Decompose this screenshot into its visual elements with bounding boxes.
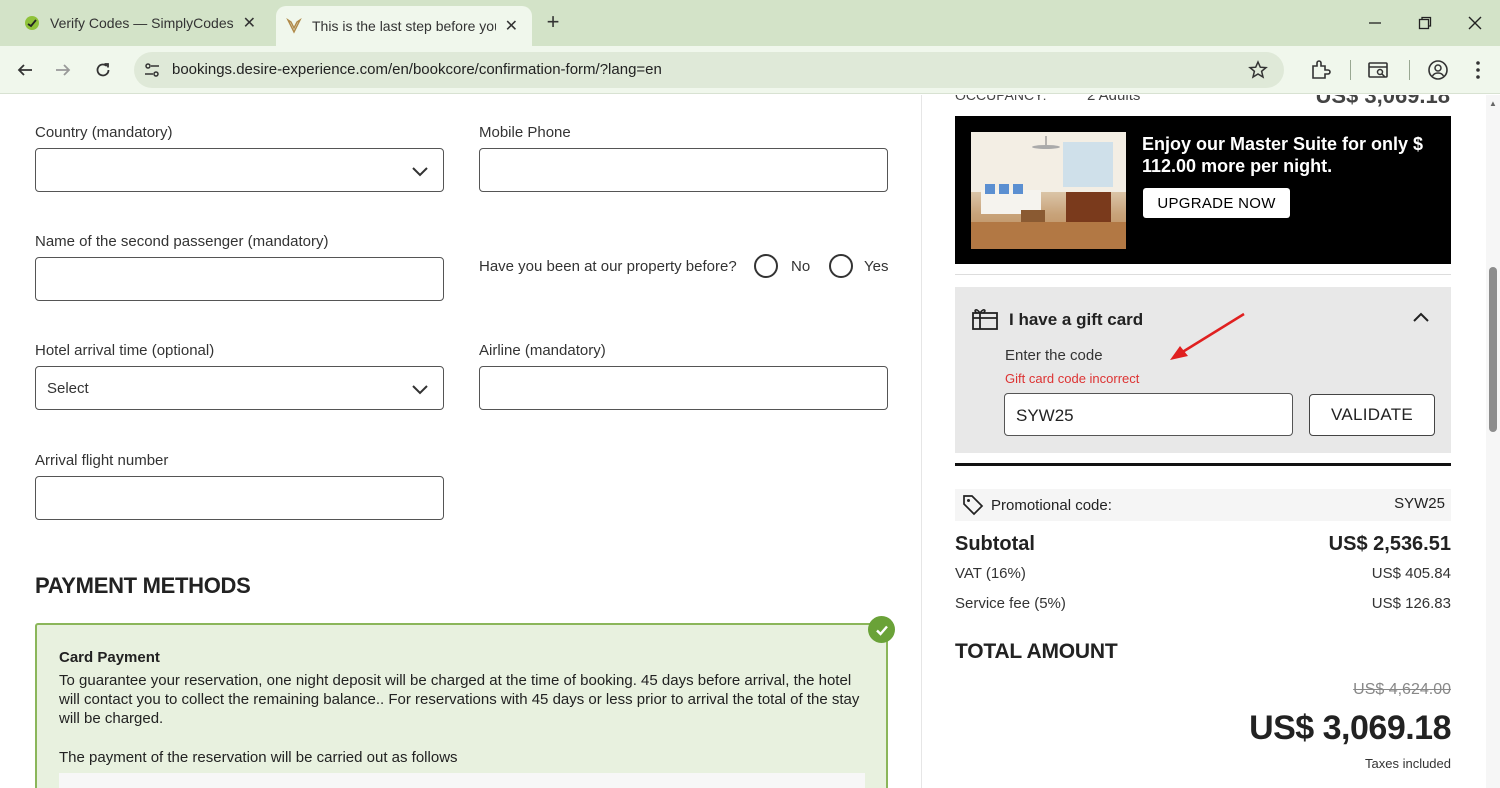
- browser-toolbar: bookings.desire-experience.com/en/bookco…: [0, 46, 1500, 94]
- vat-label: VAT (16%): [955, 565, 1026, 582]
- original-price: US$ 4,624.00: [1353, 681, 1451, 698]
- card-payment-option[interactable]: Card Payment To guarantee your reservati…: [35, 623, 888, 788]
- promo-code-label: Promotional code:: [991, 497, 1112, 514]
- mobile-phone-input[interactable]: [479, 148, 888, 192]
- validate-button[interactable]: VALIDATE: [1309, 394, 1435, 436]
- service-fee-value: US$ 126.83: [1371, 595, 1451, 612]
- occupancy-value: 2 Adults: [1087, 95, 1141, 104]
- card-payment-title: Card Payment: [59, 649, 160, 666]
- promotional-code-row: Promotional code: SYW25: [955, 489, 1451, 521]
- toolbar-separator: [1409, 60, 1410, 80]
- page-scrollbar[interactable]: ▲: [1486, 95, 1500, 788]
- extensions-puzzle-icon[interactable]: [1308, 58, 1332, 82]
- airline-input[interactable]: [479, 366, 888, 410]
- flight-number-input[interactable]: [35, 476, 444, 520]
- back-arrow-icon[interactable]: [11, 56, 39, 84]
- tag-icon: [963, 495, 984, 516]
- country-label: Country (mandatory): [35, 124, 173, 141]
- taxes-included-note: Taxes included: [1365, 756, 1451, 771]
- arrival-time-value: Select: [47, 380, 89, 397]
- radio-no-label: No: [791, 258, 811, 275]
- close-tab-icon[interactable]: ✕: [505, 16, 518, 36]
- minimize-icon[interactable]: [1350, 0, 1400, 46]
- enter-code-label: Enter the code: [1005, 347, 1103, 364]
- upgrade-banner: Enjoy our Master Suite for only $ 112.00…: [955, 116, 1451, 264]
- total-amount-label: TOTAL AMOUNT: [955, 640, 1118, 663]
- promo-code-value: SYW25: [1394, 495, 1445, 512]
- forward-arrow-icon[interactable]: [49, 56, 77, 84]
- gift-card-title[interactable]: I have a gift card: [1009, 310, 1143, 330]
- payment-schedule-intro: The payment of the reservation will be c…: [59, 749, 458, 766]
- bookmark-star-icon[interactable]: [1248, 60, 1268, 85]
- gift-code-input[interactable]: SYW25: [1004, 393, 1293, 436]
- radio-yes[interactable]: [829, 254, 853, 278]
- tab-simplycodes[interactable]: Verify Codes — SimplyCodes ✕: [8, 0, 270, 46]
- radio-yes-label: Yes: [864, 258, 889, 275]
- tab-title: This is the last step before your: [312, 18, 496, 34]
- page-viewport: Country (mandatory) Mobile Phone Name of…: [0, 95, 1500, 788]
- chevron-down-icon: [412, 385, 428, 395]
- url-text: bookings.desire-experience.com/en/bookco…: [172, 61, 662, 78]
- vat-value: US$ 405.84: [1371, 565, 1451, 582]
- second-passenger-label: Name of the second passenger (mandatory): [35, 233, 329, 250]
- flight-number-label: Arrival flight number: [35, 452, 169, 469]
- restore-icon[interactable]: [1400, 0, 1450, 46]
- master-suite-photo: [971, 132, 1126, 249]
- service-fee-label: Service fee (5%): [955, 595, 1066, 612]
- subtotal-label: Subtotal: [955, 533, 1035, 555]
- payment-methods-title: PAYMENT METHODS: [35, 573, 251, 598]
- simplycodes-favicon-icon: [24, 15, 40, 31]
- upgrade-now-button[interactable]: UPGRADE NOW: [1143, 188, 1290, 218]
- red-annotation-arrow-icon: [1170, 312, 1245, 360]
- mobile-phone-label: Mobile Phone: [479, 124, 571, 141]
- been-before-label: Have you been at our property before?: [479, 258, 737, 275]
- second-passenger-input[interactable]: [35, 257, 444, 301]
- chevron-up-icon[interactable]: [1411, 309, 1431, 325]
- scrollbar-thumb[interactable]: [1489, 267, 1497, 432]
- upgrade-headline: Enjoy our Master Suite for only $ 112.00…: [1142, 134, 1424, 176]
- occupancy-price: US$ 3,069.18: [1315, 95, 1450, 108]
- toolbar-separator: [1350, 60, 1351, 80]
- address-bar[interactable]: bookings.desire-experience.com/en/bookco…: [134, 52, 1284, 88]
- chevron-down-icon: [412, 167, 428, 177]
- reload-icon[interactable]: [89, 56, 117, 84]
- divider: [955, 274, 1451, 275]
- browser-menu-icon[interactable]: [1466, 58, 1490, 82]
- country-select[interactable]: [35, 148, 444, 192]
- payment-schedule-row: [59, 773, 865, 788]
- gift-code-value: SYW25: [1016, 406, 1074, 425]
- desire-favicon-icon: [286, 18, 302, 34]
- airline-label: Airline (mandatory): [479, 342, 606, 359]
- site-info-icon[interactable]: [142, 60, 162, 80]
- tab-booking-active[interactable]: This is the last step before your ✕: [276, 6, 532, 46]
- radio-no[interactable]: [754, 254, 778, 278]
- profile-avatar-icon[interactable]: [1426, 58, 1450, 82]
- tab-title: Verify Codes — SimplyCodes: [50, 15, 234, 31]
- arrival-time-select[interactable]: Select: [35, 366, 444, 410]
- card-payment-description: To guarantee your reservation, one night…: [59, 672, 860, 727]
- new-tab-button[interactable]: +: [540, 10, 566, 36]
- gift-card-error: Gift card code incorrect: [1005, 371, 1140, 386]
- summary-divider: [955, 463, 1451, 466]
- scroll-up-arrow-icon[interactable]: ▲: [1489, 99, 1497, 108]
- column-divider: [921, 95, 922, 788]
- close-icon[interactable]: [1450, 0, 1500, 46]
- subtotal-value: US$ 2,536.51: [1328, 533, 1451, 555]
- tab-search-icon[interactable]: [1366, 58, 1390, 82]
- close-tab-icon[interactable]: ✕: [243, 13, 256, 33]
- arrival-time-label: Hotel arrival time (optional): [35, 342, 215, 359]
- browser-tab-strip: Verify Codes — SimplyCodes ✕ This is the…: [0, 0, 1500, 46]
- occupancy-label: OCCUPANCY:: [955, 95, 1047, 103]
- gift-icon: [972, 309, 998, 330]
- selected-check-icon: [868, 616, 895, 643]
- total-price: US$ 3,069.18: [1249, 709, 1451, 747]
